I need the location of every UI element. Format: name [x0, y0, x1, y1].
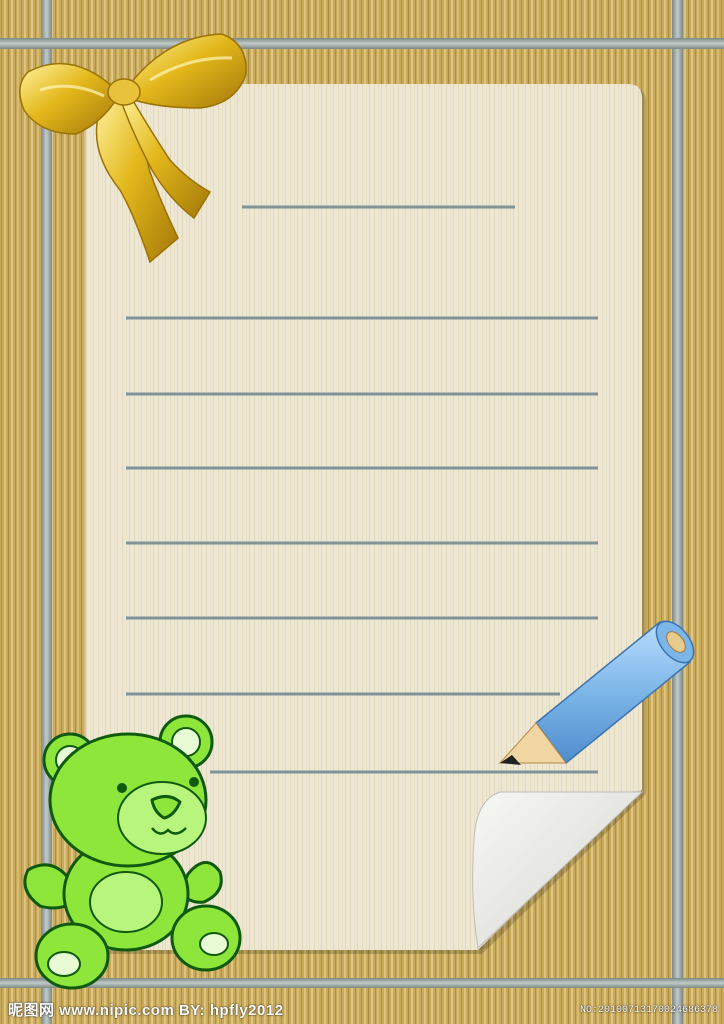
- letter-paper-scene: [0, 0, 724, 1024]
- frame-bar-bottom: [0, 978, 724, 988]
- frame-bar-top: [0, 38, 724, 49]
- watermark-left-text: 昵图网 www.nipic.com BY: hpfly2012: [8, 1002, 284, 1019]
- watermark-right-text: NO:20100713170024686378: [579, 1005, 718, 1016]
- frame-bar-right: [672, 0, 683, 1024]
